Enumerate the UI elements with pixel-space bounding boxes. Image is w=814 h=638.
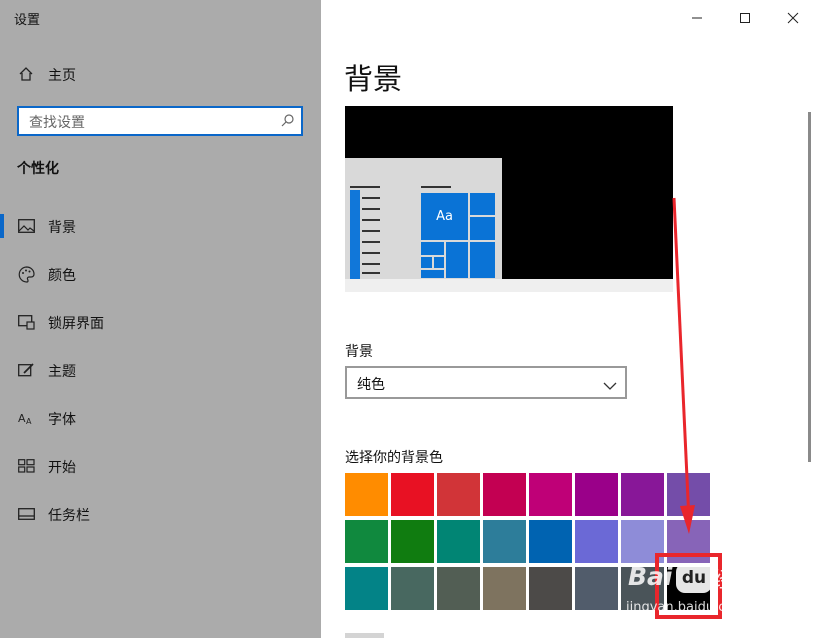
preview-line <box>421 186 451 188</box>
sidebar-item-label: 开始 <box>48 460 76 476</box>
sidebar-item-label: 任务栏 <box>48 508 90 524</box>
preview-sidebar-strip <box>350 190 360 279</box>
sidebar-item-background[interactable]: 背景 <box>0 203 321 251</box>
sidebar: 设置 主页 查找设置 个性化 背景 颜色 锁屏界面 主题 A A 字体 开始 任… <box>0 0 321 638</box>
preview-tile <box>421 257 432 268</box>
watermark-url: jingyan.baidu.com <box>626 600 746 615</box>
section-title: 个性化 <box>17 161 59 177</box>
preview-tile <box>470 193 495 215</box>
sidebar-item-lock-screen[interactable]: 锁屏界面 <box>0 299 321 347</box>
sidebar-item-label: 主页 <box>48 68 76 84</box>
preview-line <box>362 208 380 210</box>
scrollbar-thumb[interactable] <box>808 112 811 462</box>
color-swatch[interactable] <box>483 567 526 610</box>
color-swatch[interactable] <box>575 567 618 610</box>
color-swatch[interactable] <box>575 520 618 563</box>
sidebar-item-label: 锁屏界面 <box>48 316 104 332</box>
theme-icon <box>17 361 35 379</box>
preview-line <box>350 186 380 188</box>
sidebar-item-label: 主题 <box>48 364 76 380</box>
start-icon <box>17 457 35 475</box>
color-swatch[interactable] <box>437 567 480 610</box>
preview-line <box>362 230 380 232</box>
svg-text:A: A <box>26 417 32 425</box>
taskbar-icon <box>17 505 35 523</box>
preview-tile <box>470 242 495 278</box>
chevron-down-icon <box>603 376 617 395</box>
sidebar-item-fonts[interactable]: AA 字体 <box>0 395 321 443</box>
background-label: 背景 <box>345 344 373 360</box>
lock-screen-icon <box>17 313 35 331</box>
search-icon <box>281 112 295 131</box>
sidebar-item-colors[interactable]: 颜色 <box>0 251 321 299</box>
preview-line <box>362 241 380 243</box>
sidebar-item-start[interactable]: 开始 <box>0 443 321 491</box>
maximize-button[interactable] <box>732 6 758 30</box>
font-icon: AA <box>17 409 35 427</box>
home-icon <box>17 65 35 83</box>
preview-tile <box>470 217 495 240</box>
color-swatch[interactable] <box>345 520 388 563</box>
color-swatch[interactable] <box>345 473 388 516</box>
window-title: 设置 <box>14 13 41 28</box>
color-swatch[interactable] <box>529 520 572 563</box>
preview-tile <box>421 242 444 255</box>
picture-icon <box>17 217 35 235</box>
sidebar-item-label: 背景 <box>48 220 76 236</box>
page-title: 背景 <box>344 62 403 96</box>
preview-line <box>362 219 380 221</box>
svg-text:A: A <box>18 412 26 425</box>
sidebar-item-label: 颜色 <box>48 268 76 284</box>
color-swatch[interactable] <box>437 520 480 563</box>
color-picker-label: 选择你的背景色 <box>345 450 443 466</box>
minimize-button[interactable] <box>684 6 710 30</box>
watermark-brand-b: 经验 <box>712 568 754 592</box>
watermark: Bai du 经验 jingyan.baidu.com <box>618 558 768 620</box>
preview-tile <box>434 257 444 268</box>
close-icon <box>787 12 799 24</box>
color-swatch[interactable] <box>575 473 618 516</box>
background-type-dropdown[interactable]: 纯色 <box>345 366 627 399</box>
color-swatch[interactable] <box>391 520 434 563</box>
preview-tile <box>421 270 444 278</box>
sidebar-item-taskbar[interactable]: 任务栏 <box>0 491 321 539</box>
color-swatch[interactable] <box>483 473 526 516</box>
sidebar-item-label: 字体 <box>48 412 76 428</box>
preview-tile-main: Aa <box>421 193 468 240</box>
preview-taskbar <box>345 279 673 292</box>
palette-icon <box>17 265 35 283</box>
preview-tile-text: Aa <box>436 209 453 224</box>
preview-line <box>362 263 380 265</box>
color-swatch[interactable] <box>529 473 572 516</box>
close-button[interactable] <box>780 6 806 30</box>
color-swatch[interactable] <box>391 473 434 516</box>
preview-line <box>362 197 380 199</box>
maximize-icon <box>740 13 750 23</box>
color-swatch[interactable] <box>529 567 572 610</box>
sidebar-item-themes[interactable]: 主题 <box>0 347 321 395</box>
color-swatch[interactable] <box>391 567 434 610</box>
annotation-arrow <box>672 197 695 534</box>
search-placeholder: 查找设置 <box>29 115 85 131</box>
preview-line <box>362 272 380 274</box>
dropdown-value: 纯色 <box>357 377 385 393</box>
color-swatch[interactable] <box>621 473 664 516</box>
watermark-logo-text: du <box>681 568 707 588</box>
color-swatch[interactable] <box>345 567 388 610</box>
sidebar-item-home[interactable]: 主页 <box>0 51 321 99</box>
search-input[interactable]: 查找设置 <box>17 106 303 136</box>
watermark-brand-a: Bai <box>628 562 673 591</box>
custom-color-button[interactable] <box>345 633 384 638</box>
color-swatch[interactable] <box>437 473 480 516</box>
minimize-icon <box>692 17 702 19</box>
preview-tile <box>446 242 468 278</box>
watermark-paw-logo: du <box>676 563 712 593</box>
preview-line <box>362 252 380 254</box>
color-swatch[interactable] <box>483 520 526 563</box>
